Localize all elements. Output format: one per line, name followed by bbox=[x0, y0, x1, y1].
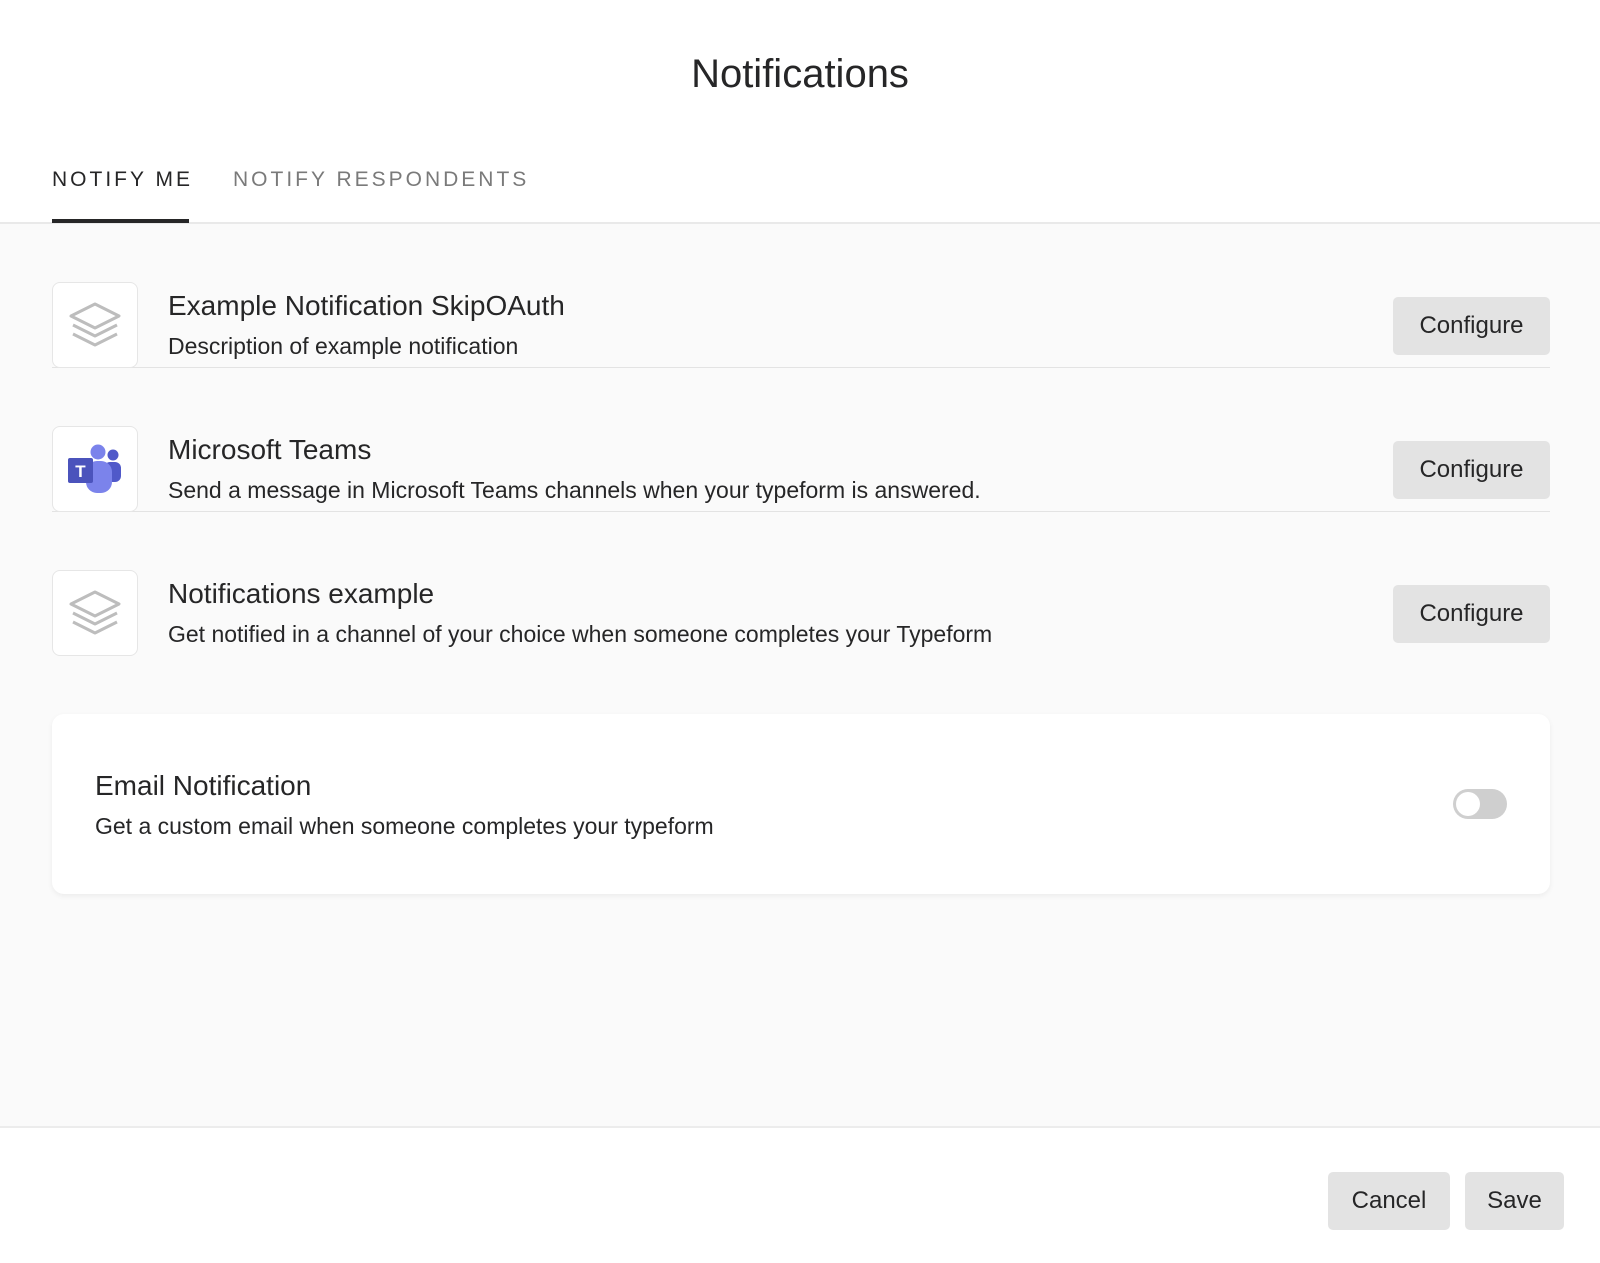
integration-row-example-skipoauth: Example Notification SkipOAuth Descripti… bbox=[52, 224, 1550, 368]
tab-bar: NOTIFY ME NOTIFY RESPONDENTS bbox=[0, 0, 1600, 224]
integration-row-notifications-example: Notifications example Get notified in a … bbox=[52, 512, 1550, 656]
integration-title: Microsoft Teams bbox=[168, 434, 372, 465]
active-tab-indicator bbox=[52, 219, 189, 223]
modal-footer: Cancel Save bbox=[0, 1126, 1600, 1263]
integration-title: Notifications example bbox=[168, 578, 435, 609]
configure-button[interactable]: Configure bbox=[1393, 297, 1550, 355]
integration-row-microsoft-teams: T Microsoft Teams Send a message in Micr… bbox=[52, 368, 1550, 512]
toggle-knob bbox=[1456, 792, 1480, 816]
tab-notify-me[interactable]: NOTIFY ME bbox=[52, 168, 193, 192]
integration-description: Send a message in Microsoft Teams channe… bbox=[168, 477, 981, 503]
cancel-button[interactable]: Cancel bbox=[1328, 1172, 1450, 1230]
integration-description: Description of example notification bbox=[168, 333, 519, 359]
microsoft-teams-icon: T bbox=[52, 426, 138, 512]
svg-text:T: T bbox=[75, 462, 86, 481]
integration-description: Get notified in a channel of your choice… bbox=[168, 621, 993, 647]
notifications-content: Example Notification SkipOAuth Descripti… bbox=[0, 224, 1600, 1126]
layers-icon bbox=[52, 282, 138, 368]
configure-button[interactable]: Configure bbox=[1393, 585, 1550, 643]
tab-notify-respondents[interactable]: NOTIFY RESPONDENTS bbox=[233, 168, 529, 192]
email-notification-card: Email Notification Get a custom email wh… bbox=[52, 714, 1550, 894]
email-notification-title: Email Notification bbox=[95, 770, 312, 801]
layers-icon bbox=[52, 570, 138, 656]
configure-button[interactable]: Configure bbox=[1393, 441, 1550, 499]
save-button[interactable]: Save bbox=[1465, 1172, 1564, 1230]
notifications-modal: Notifications NOTIFY ME NOTIFY RESPONDEN… bbox=[0, 0, 1600, 1263]
email-notification-description: Get a custom email when someone complete… bbox=[95, 813, 714, 839]
email-notification-toggle[interactable] bbox=[1453, 789, 1507, 819]
integration-title: Example Notification SkipOAuth bbox=[168, 290, 565, 321]
